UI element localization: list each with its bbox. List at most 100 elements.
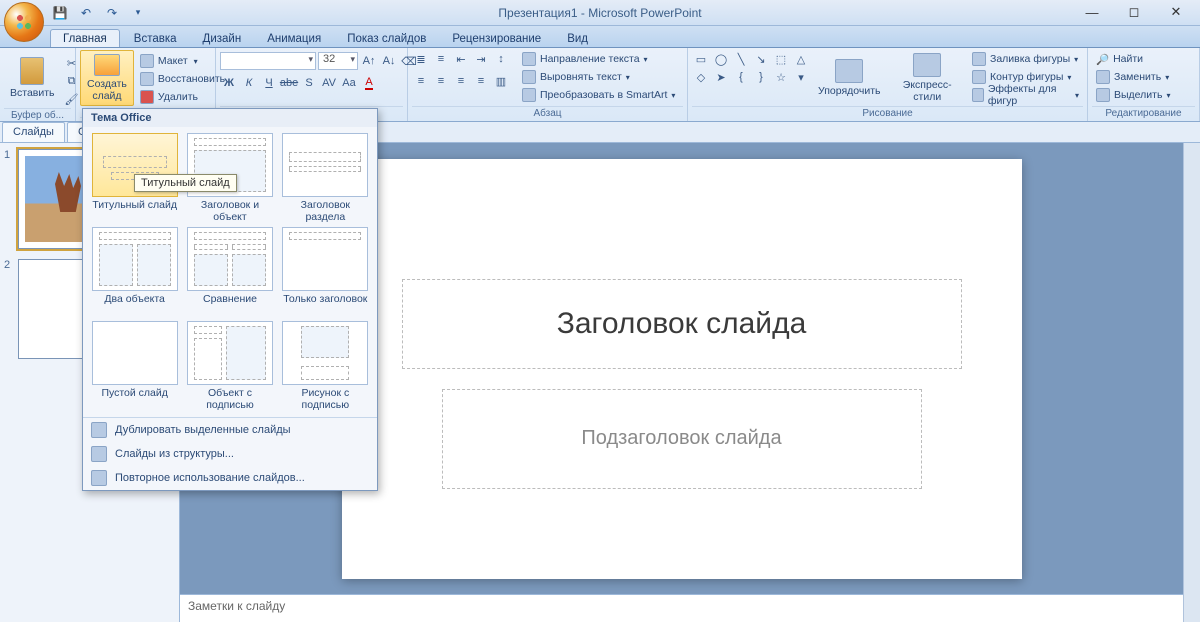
bullets-icon[interactable]: ≣	[412, 50, 430, 68]
layout-two-content[interactable]: Два объекта	[89, 227, 180, 317]
align-center-icon[interactable]: ≡	[432, 72, 450, 90]
qat-dropdown-icon[interactable]: ▾	[128, 3, 148, 23]
tab-home[interactable]: Главная	[50, 29, 120, 47]
office-button[interactable]	[4, 2, 44, 42]
char-spacing-button[interactable]: AV	[320, 74, 338, 92]
find-icon: 🔎	[1096, 53, 1109, 66]
group-label-paragraph: Абзац	[412, 106, 683, 121]
new-slide-icon	[94, 54, 120, 76]
tab-insert[interactable]: Вставка	[122, 30, 189, 47]
tab-review[interactable]: Рецензирование	[440, 30, 553, 47]
vertical-scrollbar[interactable]	[1183, 143, 1200, 622]
font-size-combo[interactable]: 32	[318, 52, 358, 70]
paste-label: Вставить	[10, 87, 55, 99]
layout-picture-caption[interactable]: Рисунок с подписью	[280, 321, 371, 411]
arrange-button[interactable]: Упорядочить	[812, 50, 886, 106]
select-button[interactable]: Выделить▾	[1092, 86, 1174, 104]
maximize-button[interactable]: ◻	[1114, 2, 1154, 22]
new-slide-layout-dropdown: Тема Office Титульный слайд Заголовок и …	[82, 108, 378, 491]
outline-icon	[972, 70, 986, 84]
increase-indent-icon[interactable]: ⇥	[472, 50, 490, 68]
align-text-button[interactable]: Выровнять текст▾	[518, 68, 679, 86]
subtitle-placeholder[interactable]: Подзаголовок слайда	[442, 389, 922, 489]
font-color-button[interactable]: A	[360, 74, 378, 92]
tab-slideshow[interactable]: Показ слайдов	[335, 30, 438, 47]
font-family-combo[interactable]	[220, 52, 316, 70]
reuse-icon	[91, 470, 107, 486]
tab-design[interactable]: Дизайн	[191, 30, 254, 47]
columns-icon[interactable]: ▥	[492, 72, 510, 90]
align-left-icon[interactable]: ≡	[412, 72, 430, 90]
reset-icon	[140, 72, 154, 86]
line-spacing-icon[interactable]: ↕	[492, 50, 510, 68]
fill-icon	[972, 52, 986, 66]
group-label-clipboard: Буфер об...	[4, 108, 71, 123]
group-paragraph: ≣ ≡ ⇤ ⇥ ↕ ≡ ≡ ≡ ≡ ▥ Направление текста▾ …	[408, 48, 688, 121]
outline-file-icon	[91, 446, 107, 462]
minimize-button[interactable]: —	[1072, 2, 1112, 22]
replace-button[interactable]: Заменить▾	[1092, 68, 1173, 86]
italic-button[interactable]: К	[240, 74, 258, 92]
group-editing: 🔎Найти Заменить▾ Выделить▾ Редактировани…	[1088, 48, 1200, 121]
layout-content-caption[interactable]: Объект с подписью	[184, 321, 275, 411]
strikethrough-button[interactable]: abe	[280, 74, 298, 92]
group-label-drawing: Рисование	[692, 106, 1083, 121]
select-icon	[1096, 88, 1110, 102]
tab-animation[interactable]: Анимация	[255, 30, 333, 47]
underline-button[interactable]: Ч	[260, 74, 278, 92]
quick-styles-icon	[913, 53, 941, 77]
align-right-icon[interactable]: ≡	[452, 72, 470, 90]
duplicate-icon	[91, 422, 107, 438]
duplicate-slides-item[interactable]: Дублировать выделенные слайды	[83, 418, 377, 442]
text-direction-button[interactable]: Направление текста▾	[518, 50, 679, 68]
text-direction-icon	[522, 52, 536, 66]
bold-button[interactable]: Ж	[220, 74, 238, 92]
dropdown-header: Тема Office	[83, 109, 377, 127]
layout-title-only[interactable]: Только заголовок	[280, 227, 371, 317]
slides-from-outline-item[interactable]: Слайды из структуры...	[83, 442, 377, 466]
quick-styles-button[interactable]: Экспресс-стили	[888, 50, 966, 106]
shadow-button[interactable]: S	[300, 74, 318, 92]
replace-icon	[1096, 70, 1110, 84]
title-bar: 💾 ↶ ↷ ▾ Презентация1 - Microsoft PowerPo…	[0, 0, 1200, 26]
window-title: Презентация1 - Microsoft PowerPoint	[498, 6, 701, 20]
decrease-indent-icon[interactable]: ⇤	[452, 50, 470, 68]
grow-font-icon[interactable]: A↑	[360, 52, 378, 70]
tab-view[interactable]: Вид	[555, 30, 600, 47]
notes-pane[interactable]: Заметки к слайду	[180, 594, 1183, 622]
redo-icon[interactable]: ↷	[102, 3, 122, 23]
ribbon-tabs: Главная Вставка Дизайн Анимация Показ сл…	[0, 26, 1200, 48]
layout-tooltip: Титульный слайд	[134, 174, 237, 192]
paste-button[interactable]: Вставить	[4, 50, 61, 106]
reuse-slides-item[interactable]: Повторное использование слайдов...	[83, 466, 377, 490]
arrange-icon	[835, 59, 863, 83]
find-button[interactable]: 🔎Найти	[1092, 50, 1147, 68]
delete-icon	[140, 90, 154, 104]
group-label-editing: Редактирование	[1092, 106, 1195, 121]
convert-smartart-button[interactable]: Преобразовать в SmartArt▾	[518, 86, 679, 104]
shapes-gallery[interactable]: ▭◯╲↘⬚△ ◇➤{}☆▾	[692, 50, 810, 86]
shape-fill-button[interactable]: Заливка фигуры▾	[968, 50, 1083, 68]
group-clipboard: Вставить ✂ ⧉ 🖌 Буфер об...	[0, 48, 76, 121]
slide-canvas[interactable]: Заголовок слайда Подзаголовок слайда	[342, 159, 1022, 579]
shape-effects-button[interactable]: Эффекты для фигур▾	[968, 86, 1083, 104]
pane-tab-slides[interactable]: Слайды	[2, 122, 65, 142]
effects-icon	[972, 88, 984, 102]
group-drawing: ▭◯╲↘⬚△ ◇➤{}☆▾ Упорядочить Экспресс-стили…	[688, 48, 1088, 121]
undo-icon[interactable]: ↶	[76, 3, 96, 23]
layout-blank[interactable]: Пустой слайд	[89, 321, 180, 411]
paste-icon	[20, 57, 44, 85]
layout-comparison[interactable]: Сравнение	[184, 227, 275, 317]
shrink-font-icon[interactable]: A↓	[380, 52, 398, 70]
new-slide-button[interactable]: Создать слайд	[80, 50, 134, 106]
close-button[interactable]: ✕	[1156, 2, 1196, 22]
save-icon[interactable]: 💾	[50, 3, 70, 23]
title-placeholder[interactable]: Заголовок слайда	[402, 279, 962, 369]
change-case-button[interactable]: Aa	[340, 74, 358, 92]
justify-icon[interactable]: ≡	[472, 72, 490, 90]
new-slide-label: Создать слайд	[87, 78, 127, 102]
layout-section-header[interactable]: Заголовок раздела	[280, 133, 371, 223]
align-text-icon	[522, 70, 536, 84]
numbering-icon[interactable]: ≡	[432, 50, 450, 68]
layout-icon	[140, 54, 154, 68]
